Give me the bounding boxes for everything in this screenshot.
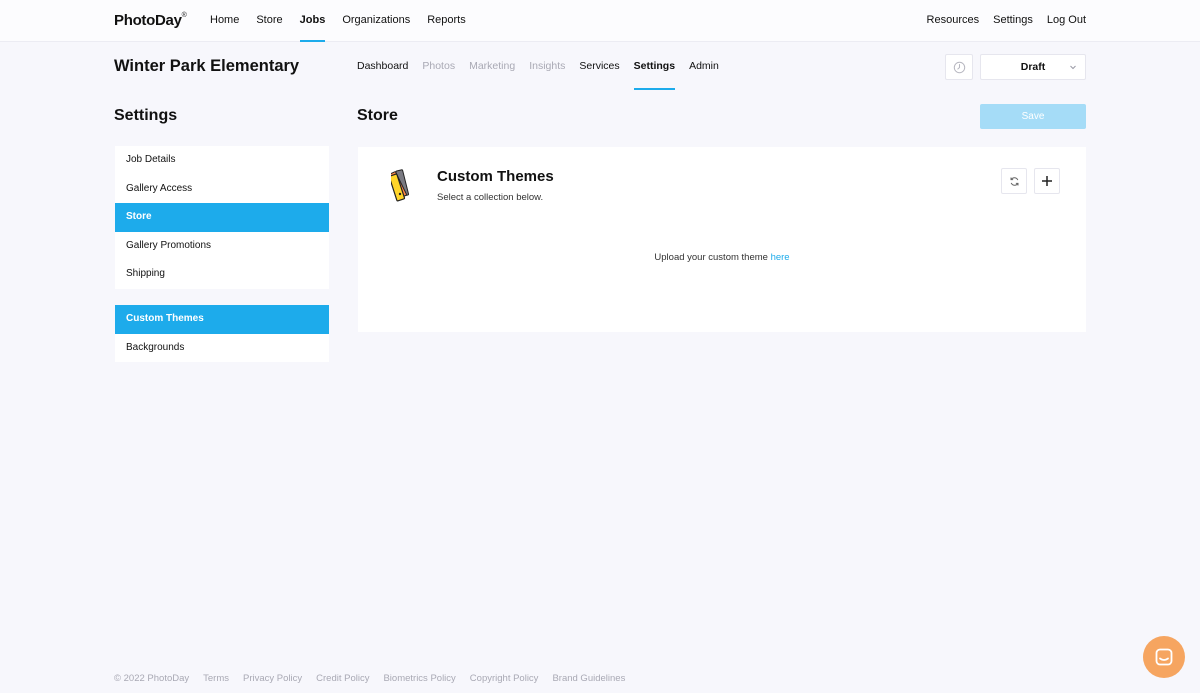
main-nav: Home Store Jobs Organizations Reports	[210, 0, 483, 42]
nav-store[interactable]: Store	[256, 0, 282, 42]
logo-trademark: ®	[181, 12, 187, 19]
nav-reports[interactable]: Reports	[427, 0, 466, 42]
sidebar-item-job-details[interactable]: Job Details	[115, 146, 329, 175]
nav-settings[interactable]: Settings	[993, 0, 1033, 42]
footer: © 2022 PhotoDay Terms Privacy Policy Credi…	[114, 673, 639, 684]
tab-dashboard[interactable]: Dashboard	[357, 48, 408, 90]
sidebar-item-gallery-promotions[interactable]: Gallery Promotions	[115, 232, 329, 261]
footer-link-privacy-policy[interactable]: Privacy Policy	[243, 673, 302, 684]
sidebar-item-shipping[interactable]: Shipping	[115, 260, 329, 289]
nav-organizations[interactable]: Organizations	[342, 0, 410, 42]
chevron-down-icon	[1070, 65, 1076, 70]
tab-services[interactable]: Services	[579, 48, 619, 90]
footer-copyright: © 2022 PhotoDay	[114, 673, 190, 684]
sidebar-item-gallery-access[interactable]: Gallery Access	[115, 175, 329, 204]
settings-menu: Job Details Gallery Access Store Gallery Pr…	[115, 146, 329, 289]
nav-resources[interactable]: Resources	[927, 0, 980, 42]
store-settings-menu: Custom Themes Backgrounds	[115, 305, 329, 362]
store-heading: Store	[357, 107, 398, 124]
refresh-button[interactable]	[1001, 168, 1027, 194]
save-button[interactable]: Save	[980, 104, 1086, 129]
tab-photos[interactable]: Photos	[422, 48, 455, 90]
sidebar-item-backgrounds[interactable]: Backgrounds	[115, 334, 329, 363]
custom-themes-card: Custom Themes Select a collection below.…	[358, 147, 1086, 332]
job-status-select[interactable]: Draft	[980, 54, 1086, 80]
footer-link-terms[interactable]: Terms	[203, 673, 229, 684]
tab-insights[interactable]: Insights	[529, 48, 565, 90]
upload-text: Upload your custom theme	[654, 252, 771, 263]
sidebar-item-custom-themes[interactable]: Custom Themes	[115, 305, 329, 334]
chat-icon	[1155, 648, 1173, 666]
account-nav: Resources Settings Log Out	[913, 0, 1086, 42]
upload-here-link[interactable]: here	[771, 252, 790, 263]
history-button[interactable]	[945, 54, 973, 80]
tab-settings[interactable]: Settings	[633, 48, 676, 90]
clock-icon	[953, 61, 965, 73]
nav-jobs[interactable]: Jobs	[299, 0, 325, 42]
swatch-icon	[391, 169, 410, 202]
footer-link-biometrics-policy[interactable]: Biometrics Policy	[383, 673, 455, 684]
nav-home[interactable]: Home	[210, 0, 239, 42]
chat-launcher-button[interactable]	[1143, 636, 1185, 678]
upload-custom-theme-text: Upload your custom theme here	[358, 252, 1086, 263]
footer-link-credit-policy[interactable]: Credit Policy	[316, 673, 369, 684]
job-subnav: Dashboard Photos Marketing Insights Services…	[357, 48, 733, 90]
refresh-icon	[1010, 176, 1018, 186]
job-title: Winter Park Elementary	[114, 57, 300, 75]
tab-admin[interactable]: Admin	[689, 48, 719, 90]
add-theme-button[interactable]	[1034, 168, 1060, 194]
top-navigation: PhotoDay® Home Store Jobs Organizations Repo…	[0, 0, 1200, 42]
card-title: Custom Themes	[437, 168, 554, 185]
sidebar-item-store[interactable]: Store	[115, 203, 329, 232]
nav-log-out[interactable]: Log Out	[1047, 0, 1086, 42]
plus-icon	[1042, 176, 1052, 186]
footer-link-brand-guidelines[interactable]: Brand Guidelines	[552, 673, 625, 684]
settings-heading: Settings	[114, 107, 178, 124]
card-subtitle: Select a collection below.	[437, 192, 544, 203]
job-status-value: Draft	[1020, 61, 1046, 73]
logo-text: PhotoDay	[114, 12, 182, 29]
tab-marketing[interactable]: Marketing	[469, 48, 515, 90]
photoday-logo[interactable]: PhotoDay®	[114, 12, 187, 29]
footer-link-copyright-policy[interactable]: Copyright Policy	[470, 673, 539, 684]
